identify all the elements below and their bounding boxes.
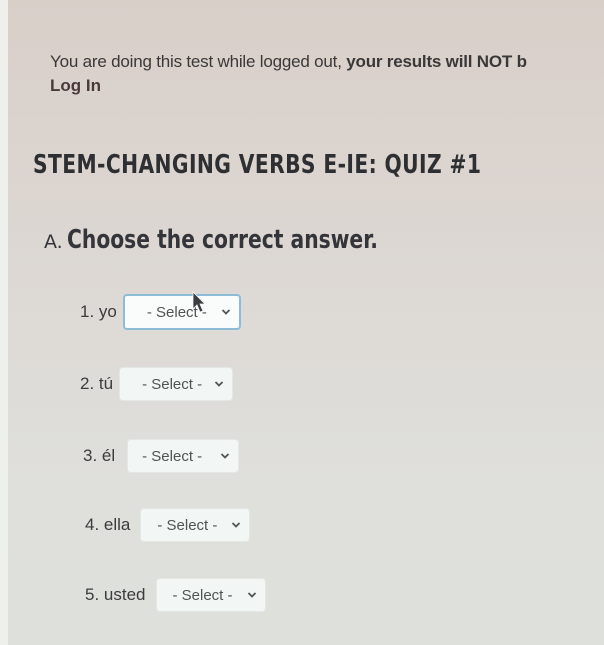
chevron-down-icon: [214, 381, 224, 387]
section-letter: A.: [44, 231, 63, 253]
notice-text: You are doing this test while logged out…: [50, 52, 347, 71]
screen-left-edge: [0, 0, 8, 645]
question-item: 1. yo - Select -: [80, 294, 241, 330]
chevron-down-icon: [247, 592, 256, 598]
answer-select[interactable]: - Select -: [140, 508, 251, 542]
select-value: - Select -: [142, 447, 203, 465]
quiz-title: STEM-CHANGING VERBS E-IE: QUIZ #1: [33, 150, 482, 180]
login-link[interactable]: Log In: [50, 76, 101, 96]
quiz-page: You are doing this test while logged out…: [8, 0, 604, 645]
question-label: 2. tú: [80, 374, 114, 393]
select-value: - Select -: [157, 516, 218, 534]
question-label: 5. usted: [85, 585, 146, 604]
answer-select[interactable]: - Select -: [122, 294, 241, 330]
select-value: - Select -: [172, 586, 233, 604]
chevron-down-icon: [232, 522, 241, 528]
section-heading: A. Choose the correct answer.: [44, 225, 466, 255]
answer-select[interactable]: - Select -: [127, 439, 240, 473]
notice-warning: your results will NOT b: [346, 52, 527, 71]
mouse-cursor-icon: [192, 291, 206, 313]
question-item: 3. él - Select -: [83, 439, 240, 473]
answer-select[interactable]: - Select -: [119, 367, 234, 401]
select-value: - Select -: [142, 375, 203, 393]
question-item: 2. tú - Select -: [80, 367, 234, 401]
section-instruction: Choose the correct answer.: [67, 225, 379, 255]
answer-select[interactable]: - Select -: [155, 578, 266, 612]
question-item: 4. ella - Select -: [85, 508, 251, 542]
logged-out-notice: You are doing this test while logged out…: [50, 52, 527, 72]
question-label: 1. yo: [80, 302, 117, 321]
question-item: 5. usted - Select -: [85, 578, 266, 612]
chevron-down-icon: [221, 453, 230, 459]
chevron-down-icon: [221, 309, 230, 315]
question-label: 4. ella: [85, 515, 131, 534]
question-label: 3. él: [83, 446, 116, 465]
